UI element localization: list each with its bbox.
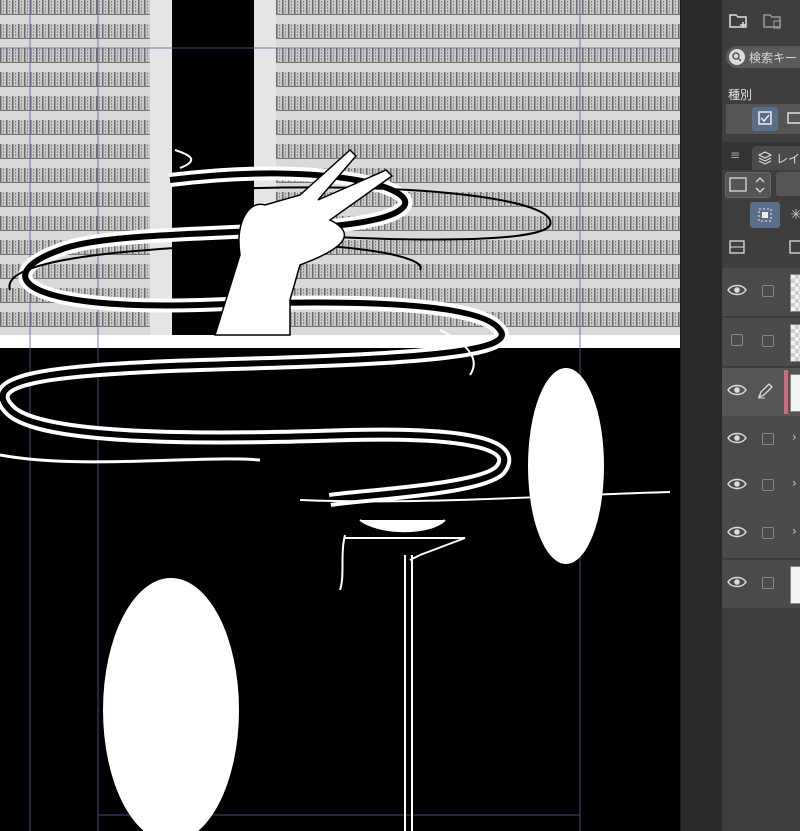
menu-icon[interactable]: ≡	[730, 148, 740, 162]
layer-tab-bar: ≡ レイ	[722, 142, 800, 170]
folder-delete-icon[interactable]	[762, 10, 784, 32]
layer-row[interactable]	[722, 560, 800, 609]
effect-icon[interactable]: ✳	[786, 202, 800, 228]
artwork[interactable]	[0, 0, 680, 831]
kind-filter	[726, 104, 800, 134]
kind-label: 種別	[728, 88, 753, 102]
layer-property-icon[interactable]	[726, 236, 748, 258]
folder-expand-icon[interactable]: ›	[792, 430, 797, 444]
layer-row[interactable]	[722, 368, 800, 417]
folder-expand-icon[interactable]: ›	[792, 476, 797, 490]
layer-row[interactable]: ›	[722, 416, 800, 465]
blend-row	[722, 168, 800, 200]
layer-tools-row: ✳	[722, 200, 800, 230]
mask-icon[interactable]	[786, 236, 800, 258]
active-layer-marker	[784, 370, 788, 414]
column-light-left	[150, 0, 172, 335]
canvas-gutter	[680, 0, 723, 831]
folder-expand-icon[interactable]: ›	[792, 524, 797, 538]
folder-plus-icon[interactable]	[728, 10, 750, 32]
kind-other-button[interactable]	[782, 107, 800, 131]
eye-icon[interactable]	[727, 430, 747, 446]
clip-layer-button[interactable]	[750, 202, 780, 228]
search-placeholder: 検索キー	[749, 50, 798, 65]
layer-lock-checkbox[interactable]	[762, 527, 774, 539]
layer-row[interactable]	[722, 318, 800, 367]
layer-row[interactable]	[722, 268, 800, 317]
canvas-area[interactable]	[0, 0, 680, 831]
eye-hidden-icon[interactable]	[727, 332, 747, 348]
eye-icon[interactable]	[727, 476, 747, 492]
layer-tools-row-2	[722, 232, 800, 262]
eye-icon[interactable]	[727, 282, 747, 298]
layer-thumbnail	[790, 374, 800, 412]
layer-lock-checkbox[interactable]	[762, 479, 774, 491]
white-strip	[0, 335, 680, 348]
layer-row[interactable]: ›	[722, 462, 800, 511]
layer-lock-checkbox[interactable]	[762, 285, 774, 297]
ellipse-left	[103, 578, 239, 831]
blend-mode-select[interactable]	[725, 172, 771, 198]
layers-icon	[758, 151, 772, 165]
layer-panel: 検索キー 種別 ≡ レイ ✳ › › ›	[722, 0, 800, 831]
tab-layer[interactable]: レイ	[752, 146, 800, 170]
eye-icon[interactable]	[727, 382, 747, 398]
layer-lock-checkbox[interactable]	[762, 335, 774, 347]
tab-layer-label: レイ	[776, 151, 800, 166]
ellipse-right	[528, 368, 604, 564]
layer-thumbnail	[790, 566, 800, 604]
layer-lock-checkbox[interactable]	[762, 433, 774, 445]
layer-thumbnail	[790, 324, 800, 362]
layer-row[interactable]: ›	[722, 510, 800, 559]
kind-raster-button[interactable]	[752, 107, 778, 131]
search-icon	[729, 49, 745, 65]
pen-icon	[756, 382, 774, 400]
opacity-field[interactable]	[776, 172, 800, 196]
eye-icon[interactable]	[727, 574, 747, 590]
layer-lock-checkbox[interactable]	[762, 577, 774, 589]
layer-thumbnail	[790, 274, 800, 312]
search-input[interactable]: 検索キー	[726, 46, 800, 68]
eye-icon[interactable]	[727, 524, 747, 540]
